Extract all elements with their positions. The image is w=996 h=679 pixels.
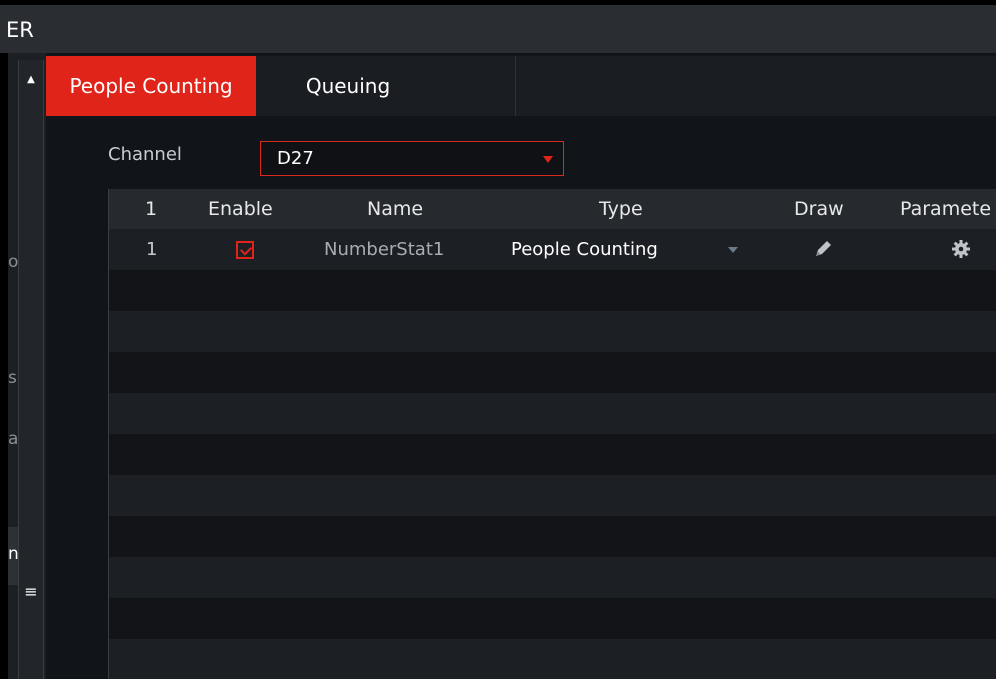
tab-people-counting[interactable]: People Counting — [46, 56, 256, 116]
header-type: Type — [599, 198, 643, 220]
sidebar-fragment-3[interactable]: a — [8, 429, 18, 449]
tab-divider — [515, 56, 516, 116]
tab-bar: People Counting Queuing — [46, 56, 996, 116]
rule-type[interactable]: People Counting — [511, 229, 658, 270]
pencil-icon[interactable] — [812, 238, 834, 264]
sidebar-scrollbar[interactable]: ▲ ≡ — [18, 60, 44, 679]
header-draw: Draw — [794, 198, 844, 220]
table-row-empty — [109, 311, 996, 352]
table-row-empty — [109, 516, 996, 557]
sidebar-fragment-2[interactable]: s — [8, 368, 18, 388]
menu-icon[interactable]: ≡ — [21, 582, 41, 602]
gear-icon[interactable] — [951, 239, 971, 263]
window-title: ER — [6, 18, 34, 42]
table-row[interactable]: 1 NumberStat1 People Counting — [109, 229, 996, 270]
table-row-empty — [109, 270, 996, 311]
table-header: 1 Enable Name Type Draw Paramete — [109, 189, 996, 229]
channel-label: Channel — [108, 144, 182, 165]
title-bar: ER — [0, 5, 996, 53]
rules-table: 1 Enable Name Type Draw Paramete 1 Numbe… — [108, 189, 996, 679]
sidebar-selected-item[interactable]: n: — [8, 527, 25, 585]
header-parameters: Paramete — [900, 198, 992, 220]
table-row-empty — [109, 598, 996, 639]
tab-queuing[interactable]: Queuing — [278, 56, 418, 116]
scroll-up-icon[interactable]: ▲ — [19, 60, 43, 100]
header-enable: Enable — [208, 198, 273, 220]
table-row-empty — [109, 475, 996, 516]
table-row-empty — [109, 393, 996, 434]
table-row-empty — [109, 639, 996, 679]
table-row-empty — [109, 352, 996, 393]
rule-name: NumberStat1 — [324, 239, 445, 260]
row-number: 1 — [146, 239, 158, 260]
sidebar-fragment-1[interactable]: o — [8, 252, 18, 272]
channel-select[interactable]: D27 — [260, 141, 564, 176]
header-name: Name — [367, 198, 424, 220]
enable-checkbox[interactable] — [236, 241, 254, 259]
channel-value: D27 — [277, 148, 314, 169]
header-number: 1 — [145, 198, 158, 220]
table-row-empty — [109, 434, 996, 475]
table-row-empty — [109, 557, 996, 598]
type-dropdown-icon[interactable] — [728, 247, 738, 253]
dropdown-arrow-icon — [543, 156, 553, 163]
